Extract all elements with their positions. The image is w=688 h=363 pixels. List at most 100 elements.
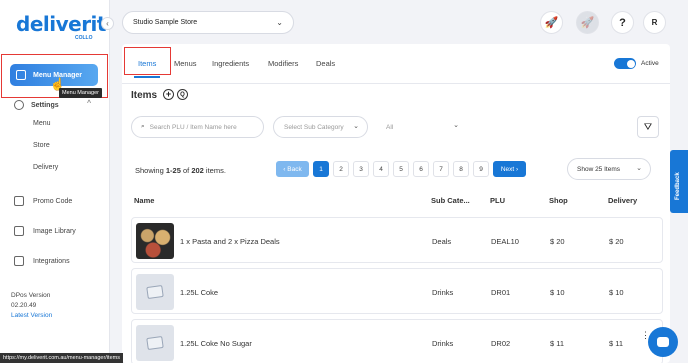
pagination-page[interactable]: 4 bbox=[373, 161, 389, 177]
add-item-button[interactable]: + bbox=[163, 89, 174, 100]
table-row[interactable]: 1 x Pasta and 2 x Pizza Deals Deals DEAL… bbox=[131, 217, 663, 263]
chevron-down-icon: ⌄ bbox=[453, 122, 459, 129]
pagination-page[interactable]: 1 bbox=[313, 161, 329, 177]
active-toggle[interactable] bbox=[614, 58, 636, 69]
item-name: 1 x Pasta and 2 x Pizza Deals bbox=[180, 237, 280, 246]
pagination-page[interactable]: 3 bbox=[353, 161, 369, 177]
sidebar-item-label: Promo Code bbox=[33, 197, 73, 205]
settings-icon bbox=[14, 100, 24, 110]
chat-icon bbox=[657, 337, 669, 347]
active-tab-indicator bbox=[134, 76, 160, 78]
pagination-page[interactable]: 8 bbox=[453, 161, 469, 177]
version-number: 02.20.49 bbox=[11, 302, 37, 309]
item-shop-price: $ 20 bbox=[550, 237, 565, 246]
item-shop-price: $ 11 bbox=[550, 339, 565, 348]
item-name: 1.25L Coke No Sugar bbox=[180, 339, 252, 348]
all-select[interactable]: All ⌄ bbox=[377, 116, 467, 138]
help-button[interactable]: ? bbox=[611, 11, 634, 34]
pagination-next-button[interactable]: Next › bbox=[493, 161, 526, 177]
summary-of: of bbox=[180, 166, 192, 175]
items-summary: Showing 1-25 of 202 items. bbox=[135, 166, 226, 175]
rocket-button[interactable]: 🚀 bbox=[540, 11, 563, 34]
table-row[interactable]: 1.25L Coke Drinks DR01 $ 10 $ 10 bbox=[131, 268, 663, 314]
image-placeholder-icon bbox=[146, 335, 164, 351]
pagination-back-button[interactable]: ‹ Back bbox=[276, 161, 309, 177]
search-circle-button[interactable]: Q bbox=[177, 89, 188, 100]
column-header-shop[interactable]: Shop bbox=[549, 196, 568, 205]
image-placeholder-icon bbox=[146, 284, 164, 300]
chevron-down-icon: ⌄ bbox=[353, 123, 359, 130]
store-select[interactable]: Studio Sample Store ⌄ bbox=[122, 11, 294, 34]
pagination-page[interactable]: 5 bbox=[393, 161, 409, 177]
version-info: DPos Version 02.20.49 Latest Version bbox=[11, 291, 52, 321]
pagination-page[interactable]: 6 bbox=[413, 161, 429, 177]
chevron-down-icon: ⌄ bbox=[636, 165, 642, 172]
tab-items[interactable]: Items bbox=[138, 59, 156, 68]
summary-range: 1-25 bbox=[165, 166, 181, 175]
chat-button[interactable] bbox=[648, 327, 678, 357]
search-input[interactable]: ⌕ Search PLU / Item Name here bbox=[131, 116, 264, 138]
column-header-name[interactable]: Name bbox=[134, 196, 154, 205]
page-size-value: Show 25 Items bbox=[577, 165, 620, 173]
pagination-page[interactable]: 2 bbox=[333, 161, 349, 177]
sidebar-item-settings[interactable]: Settings ^ bbox=[14, 100, 91, 110]
tab-ingredients[interactable]: Ingredients bbox=[212, 59, 249, 68]
subcategory-placeholder: Select Sub Category bbox=[284, 123, 344, 131]
collapse-sidebar-button[interactable]: ‹ bbox=[101, 17, 114, 30]
search-icon: ⌕ bbox=[141, 123, 145, 130]
sidebar-subitem-delivery[interactable]: Delivery bbox=[33, 164, 58, 171]
menu-icon bbox=[16, 70, 26, 80]
image-icon bbox=[14, 226, 24, 236]
version-label: DPos Version bbox=[11, 292, 51, 299]
item-thumbnail bbox=[136, 223, 174, 259]
column-header-plu[interactable]: PLU bbox=[490, 196, 505, 205]
sidebar-item-promo-code[interactable]: Promo Code bbox=[14, 196, 72, 206]
item-shop-price: $ 10 bbox=[550, 288, 565, 297]
user-avatar[interactable]: R bbox=[643, 11, 666, 34]
tab-bar: Items Menus Ingredients Modifiers Deals … bbox=[122, 44, 670, 84]
item-plu: DEAL10 bbox=[491, 237, 519, 246]
all-select-value: All bbox=[386, 123, 394, 131]
summary-prefix: Showing bbox=[135, 166, 166, 175]
sidebar-item-image-library[interactable]: Image Library bbox=[14, 226, 76, 236]
item-thumbnail-placeholder bbox=[136, 325, 174, 361]
sidebar-item-integrations[interactable]: Integrations bbox=[14, 256, 70, 266]
chevron-up-icon: ^ bbox=[87, 100, 92, 107]
sidebar-subitem-menu[interactable]: Menu bbox=[33, 120, 51, 127]
logo[interactable]: deliverit bbox=[16, 12, 106, 36]
sidebar: deliverit COLLO Menu Manager ☝ Menu Mana… bbox=[0, 0, 110, 363]
feedback-tab[interactable]: Feedback bbox=[670, 150, 688, 213]
search-placeholder: Search PLU / Item Name here bbox=[149, 123, 237, 131]
tab-modifiers[interactable]: Modifiers bbox=[268, 59, 298, 68]
item-delivery-price: $ 10 bbox=[609, 288, 624, 297]
items-panel: Items Menus Ingredients Modifiers Deals … bbox=[122, 44, 670, 363]
active-toggle-label: Active bbox=[641, 60, 659, 67]
rocket-alt-button[interactable]: 🚀 bbox=[576, 11, 599, 34]
tab-deals[interactable]: Deals bbox=[316, 59, 335, 68]
chevron-down-icon: ⌄ bbox=[276, 18, 283, 27]
page-size-select[interactable]: Show 25 Items ⌄ bbox=[567, 158, 651, 180]
column-header-delivery[interactable]: Delivery bbox=[608, 196, 637, 205]
subcategory-select[interactable]: Select Sub Category ⌄ bbox=[273, 116, 368, 138]
promo-icon bbox=[14, 196, 24, 206]
tab-menus[interactable]: Menus bbox=[174, 59, 197, 68]
item-subcategory: Drinks bbox=[432, 288, 454, 297]
column-header-subcategory[interactable]: Sub Cate... bbox=[431, 196, 470, 205]
item-plu: DR01 bbox=[491, 288, 511, 297]
latest-version-link[interactable]: Latest Version bbox=[11, 311, 52, 321]
item-delivery-price: $ 11 bbox=[609, 339, 624, 348]
sidebar-subitem-store[interactable]: Store bbox=[33, 142, 50, 149]
sidebar-item-label: Image Library bbox=[33, 227, 76, 235]
summary-total: 202 bbox=[191, 166, 204, 175]
pagination-page[interactable]: 7 bbox=[433, 161, 449, 177]
tooltip: Menu Manager bbox=[59, 88, 102, 98]
item-plu: DR02 bbox=[491, 339, 511, 348]
item-name: 1.25L Coke bbox=[180, 288, 219, 297]
pagination-page[interactable]: 9 bbox=[473, 161, 489, 177]
integrations-icon bbox=[14, 256, 24, 266]
table-row[interactable]: 1.25L Coke No Sugar Drinks DR02 $ 11 $ 1… bbox=[131, 319, 663, 363]
filter-button[interactable]: ⛛ bbox=[637, 116, 659, 138]
filter-icon: ⛛ bbox=[643, 121, 653, 133]
item-subcategory: Drinks bbox=[432, 339, 454, 348]
item-subcategory: Deals bbox=[432, 237, 452, 246]
